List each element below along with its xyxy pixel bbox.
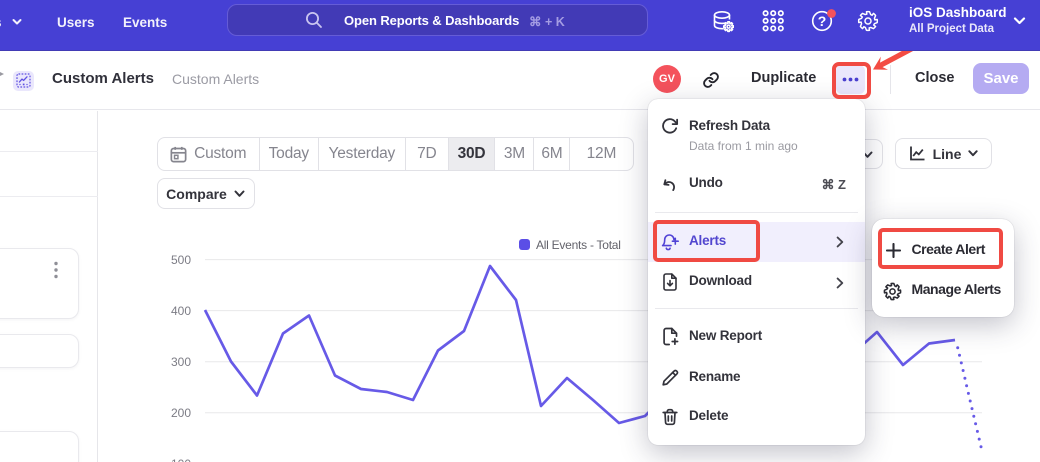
- svg-text:?: ?: [818, 13, 827, 29]
